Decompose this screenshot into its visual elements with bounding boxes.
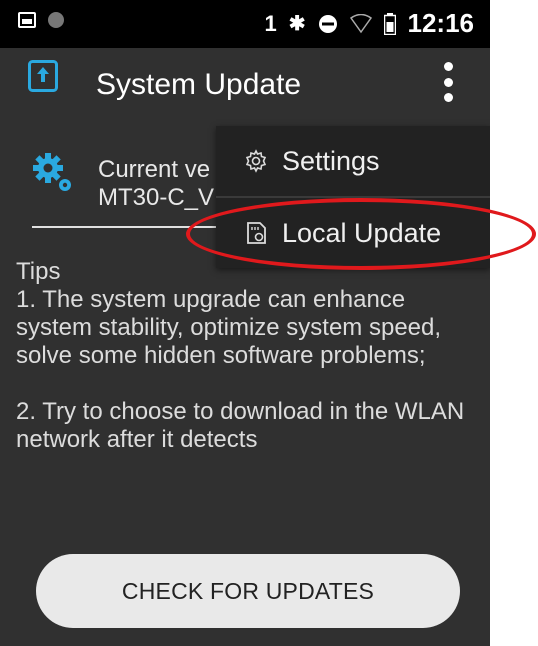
image-notification-icon [18, 12, 36, 28]
tip-item-1: 1. The system upgrade can enhance system… [16, 286, 442, 369]
current-version-value: MT30-C_V [98, 184, 215, 211]
gear-outline-icon [244, 149, 268, 173]
menu-item-label: Settings [282, 145, 380, 176]
tips-section: Tips 1. The system upgrade can enhance s… [16, 258, 476, 454]
more-vert-icon[interactable] [440, 62, 456, 102]
overflow-menu: Settings Local Update [216, 126, 490, 268]
do-not-disturb-icon [318, 14, 337, 33]
sd-card-update-icon [244, 221, 268, 245]
battery-icon [383, 12, 396, 35]
bluetooth-icon: ✱ [288, 12, 306, 35]
sim-number: 1 [264, 10, 277, 36]
wifi-icon [349, 13, 372, 33]
clock: 12:16 [407, 8, 475, 38]
status-right: 1 ✱ 12:16 [264, 8, 474, 39]
menu-item-label: Local Update [282, 217, 442, 248]
status-bar: 1 ✱ 12:16 [0, 0, 490, 48]
menu-item-settings[interactable]: Settings [216, 126, 490, 196]
page-title: System Update [96, 68, 302, 101]
gear-settings-icon [33, 153, 71, 191]
dot-notification-icon [48, 12, 64, 28]
app-toolbar: System Update [0, 48, 490, 126]
system-update-icon [28, 60, 58, 92]
check-for-updates-button[interactable]: CHECK FOR UPDATES [36, 554, 460, 628]
menu-item-local-update[interactable]: Local Update [216, 198, 490, 268]
tip-item-2: 2. Try to choose to download in the WLAN… [16, 398, 465, 453]
current-version-label: Current ve [98, 156, 211, 183]
status-left [18, 12, 64, 28]
phone-screen: 1 ✱ 12:16 System Update Current ve MT30-… [0, 0, 490, 646]
